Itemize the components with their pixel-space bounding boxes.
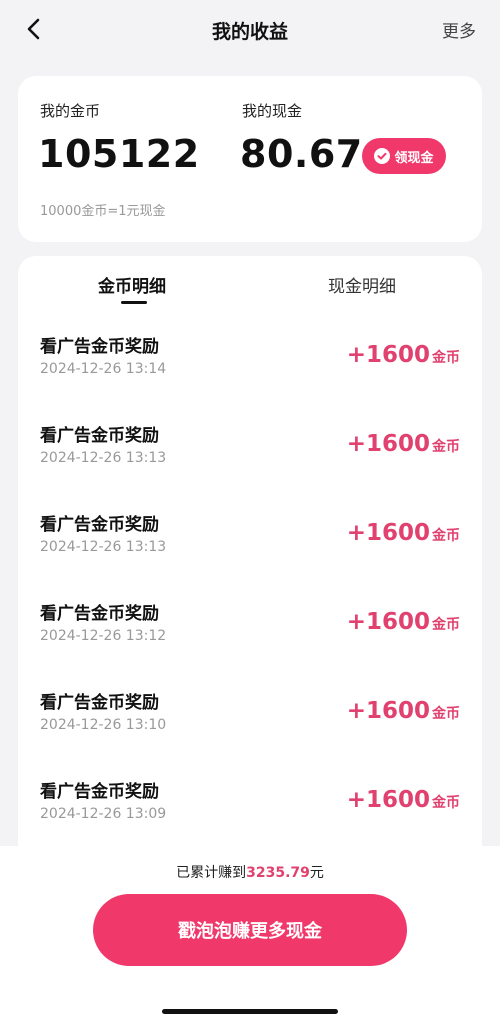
- back-button[interactable]: [18, 14, 48, 44]
- record-time: 2024-12-26 13:10: [40, 717, 167, 733]
- record-amount-unit: 金币: [432, 350, 460, 366]
- list-item: 看广告金币奖励 2024-12-26 13:14 +1600 金币: [18, 332, 482, 421]
- record-amount-value: +1600: [346, 787, 430, 813]
- record-amount-unit: 金币: [432, 528, 460, 544]
- coin-balance-label: 我的金币: [40, 102, 101, 120]
- record-title: 看广告金币奖励: [40, 693, 159, 713]
- list-item: 看广告金币奖励 2024-12-26 13:13 +1600 金币: [18, 421, 482, 510]
- transaction-detail-card: 金币明细 现金明细 看广告金币奖励 2024-12-26 13:14 +1600…: [18, 256, 482, 856]
- record-time: 2024-12-26 13:12: [40, 628, 167, 644]
- total-earned-prefix: 已累计赚到: [176, 865, 247, 881]
- record-title: 看广告金币奖励: [40, 426, 159, 446]
- tab-coin-details[interactable]: 金币明细: [98, 272, 166, 297]
- record-time: 2024-12-26 13:09: [40, 806, 167, 822]
- record-amount: +1600 金币: [347, 787, 460, 813]
- record-amount-unit: 金币: [432, 617, 460, 633]
- record-amount-unit: 金币: [432, 706, 460, 722]
- chevron-left-icon: [27, 18, 40, 40]
- top-bar: 我的收益 更多: [0, 0, 500, 60]
- page-title: 我的收益: [211, 20, 288, 43]
- home-indicator[interactable]: [162, 1009, 338, 1014]
- record-amount-unit: 金币: [432, 795, 460, 811]
- record-amount-value: +1600: [346, 609, 430, 635]
- more-button[interactable]: 更多: [442, 17, 476, 42]
- list-item: 看广告金币奖励 2024-12-26 13:12 +1600 金币: [18, 599, 482, 688]
- list-item: 看广告金币奖励 2024-12-26 13:09 +1600 金币: [18, 777, 482, 856]
- cash-balance-label: 我的现金: [242, 102, 303, 120]
- total-earned-suffix: 元: [309, 865, 324, 881]
- earn-more-cash-button[interactable]: 戳泡泡赚更多现金: [93, 894, 407, 966]
- record-amount: +1600 金币: [347, 431, 460, 457]
- bottom-bar: 已累计赚到3235.79元 戳泡泡赚更多现金: [0, 846, 500, 1025]
- earnings-summary-card: 我的金币 105122 我的现金 80.67 领现金 10000金币=1元现金: [18, 76, 482, 242]
- total-earned-amount: 3235.79: [246, 865, 310, 881]
- record-amount-value: +1600: [346, 431, 430, 457]
- cash-balance-value: 80.67: [240, 132, 363, 176]
- list-item: 看广告金币奖励 2024-12-26 13:10 +1600 金币: [18, 688, 482, 777]
- tab-cash-details[interactable]: 现金明细: [328, 272, 396, 297]
- active-tab-indicator: [121, 301, 147, 304]
- withdraw-cash-button[interactable]: 领现金: [362, 138, 446, 174]
- record-amount: +1600 金币: [347, 342, 460, 368]
- exchange-rate-note: 10000金币=1元现金: [40, 204, 166, 219]
- record-amount: +1600 金币: [347, 609, 460, 635]
- coin-balance-value: 105122: [38, 132, 200, 176]
- record-title: 看广告金币奖励: [40, 604, 159, 624]
- withdraw-cash-label: 领现金: [394, 150, 434, 166]
- record-amount-value: +1600: [346, 520, 430, 546]
- record-amount-value: +1600: [346, 342, 430, 368]
- record-time: 2024-12-26 13:13: [40, 539, 167, 555]
- record-amount-unit: 金币: [432, 439, 460, 455]
- record-time: 2024-12-26 13:13: [40, 450, 167, 466]
- list-item: 看广告金币奖励 2024-12-26 13:13 +1600 金币: [18, 510, 482, 599]
- record-time: 2024-12-26 13:14: [40, 361, 167, 377]
- record-title: 看广告金币奖励: [40, 337, 159, 357]
- check-badge-icon: [374, 148, 391, 164]
- record-title: 看广告金币奖励: [40, 782, 159, 802]
- record-amount: +1600 金币: [347, 520, 460, 546]
- record-amount-value: +1600: [346, 698, 430, 724]
- record-title: 看广告金币奖励: [40, 515, 159, 535]
- total-earned-line: 已累计赚到3235.79元: [0, 862, 500, 882]
- record-amount: +1600 金币: [347, 698, 460, 724]
